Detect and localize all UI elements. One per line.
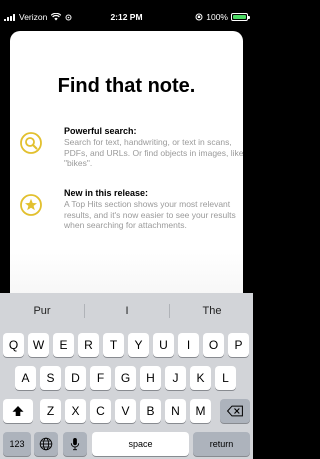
orientation-lock-icon [195,13,203,21]
battery-percentage: 100% [206,12,228,22]
space-key[interactable]: space [92,432,189,456]
feature-title: Powerful search: [64,126,137,136]
screen: Verizon 2:12 PM 100% Find that note. Pow… [0,0,253,459]
suggestion-2[interactable]: I [85,298,169,324]
backspace-icon [227,405,243,417]
feature-description: A Top Hits section shows your most relev… [64,199,236,230]
key-o[interactable]: O [203,333,224,357]
star-icon [20,194,42,216]
suggestion-3[interactable]: The [170,298,253,324]
key-e[interactable]: E [53,333,74,357]
key-j[interactable]: J [165,366,186,390]
shift-arrow-icon [12,406,24,416]
backspace-key[interactable] [220,399,250,423]
globe-key[interactable] [34,432,58,456]
key-w[interactable]: W [28,333,49,357]
magnifier-icon [20,132,42,154]
return-key[interactable]: return [193,432,250,456]
status-right: 100% [195,12,250,22]
feature-description: Search for text, handwriting, or text in… [64,137,244,168]
dictation-key[interactable] [63,432,87,456]
feature-text: New in this release: A Top Hits section … [64,188,244,231]
keyboard: Pur I The Q W E R T Y U I O P A S D F G … [0,293,253,459]
sheet-title: Find that note. [57,75,196,97]
feature-title: New in this release: [64,188,149,198]
key-c[interactable]: C [90,399,111,423]
predictive-suggestions: Pur I The [0,298,253,324]
key-p[interactable]: P [228,333,249,357]
microphone-icon [70,438,80,451]
key-m[interactable]: M [190,399,211,423]
key-x[interactable]: X [65,399,86,423]
globe-icon [39,437,53,451]
key-z[interactable]: Z [40,399,61,423]
key-n[interactable]: N [165,399,186,423]
key-a[interactable]: A [15,366,36,390]
key-s[interactable]: S [40,366,61,390]
suggestion-1[interactable]: Pur [0,298,84,324]
key-y[interactable]: Y [128,333,149,357]
key-r[interactable]: R [78,333,99,357]
shift-key[interactable] [3,399,33,423]
key-h[interactable]: H [140,366,161,390]
numbers-key[interactable]: 123 [3,432,31,456]
key-k[interactable]: K [190,366,211,390]
key-v[interactable]: V [115,399,136,423]
battery-level [233,15,246,19]
key-g[interactable]: G [115,366,136,390]
whats-new-sheet: Find that note. Powerful search: Search … [10,31,244,293]
key-i[interactable]: I [178,333,199,357]
battery-icon [231,13,250,21]
key-b[interactable]: B [140,399,161,423]
status-bar: Verizon 2:12 PM 100% [0,0,253,30]
key-u[interactable]: U [153,333,174,357]
key-f[interactable]: F [90,366,111,390]
key-l[interactable]: L [215,366,236,390]
feature-text: Powerful search: Search for text, handwr… [64,126,244,169]
key-d[interactable]: D [65,366,86,390]
key-t[interactable]: T [103,333,124,357]
sheet-fade [10,253,243,293]
key-q[interactable]: Q [3,333,24,357]
